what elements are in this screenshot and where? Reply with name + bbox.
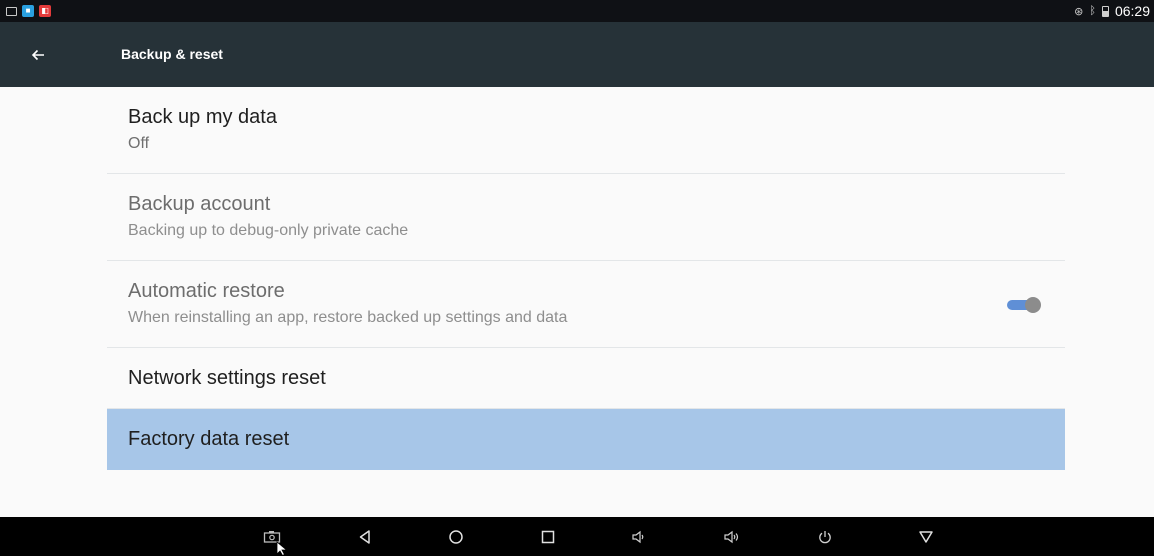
- list-item-automatic-restore[interactable]: Automatic restore When reinstalling an a…: [107, 261, 1065, 348]
- list-item-factory-data-reset[interactable]: Factory data reset: [107, 409, 1065, 470]
- volume-down-button[interactable]: [619, 517, 659, 556]
- item-title: Automatic restore: [128, 280, 285, 302]
- location-icon: ⊛: [1074, 5, 1084, 18]
- screen: ■ ◧ ⊛ ᛒ 06:29 Backup & reset Back up my …: [0, 0, 1154, 556]
- toggle-thumb: [1025, 297, 1041, 313]
- app-notification-icon-blue: ■: [22, 5, 34, 17]
- screen-notification-icon: [6, 7, 17, 16]
- status-time: 06:29: [1114, 3, 1150, 19]
- power-icon: [819, 530, 831, 543]
- mouse-cursor-icon: [276, 541, 288, 556]
- home-icon: [449, 529, 463, 544]
- app-bar: Backup & reset: [0, 22, 1154, 87]
- app-notification-icon-red: ◧: [39, 5, 51, 17]
- hide-navbar-icon: [919, 530, 933, 543]
- recents-button[interactable]: [528, 517, 568, 556]
- item-title: Back up my data: [128, 106, 277, 128]
- status-icons: ⊛ ᛒ 06:29: [1074, 3, 1150, 19]
- item-title: Backup account: [128, 193, 271, 215]
- page-title: Backup & reset: [121, 46, 223, 62]
- list-item-backup-account[interactable]: Backup account Backing up to debug-only …: [107, 174, 1065, 261]
- recents-icon: [541, 530, 555, 543]
- item-title: Factory data reset: [128, 428, 290, 450]
- back-icon: [359, 529, 370, 544]
- item-summary: When reinstalling an app, restore backed…: [128, 309, 568, 326]
- item-summary: Off: [128, 135, 150, 152]
- settings-list: Back up my data Off Backup account Backi…: [107, 87, 1065, 470]
- navigation-bar: [0, 517, 1154, 556]
- volume-up-icon: [724, 530, 739, 543]
- list-item-back-up-my-data[interactable]: Back up my data Off: [107, 87, 1065, 174]
- item-summary: Backing up to debug-only private cache: [128, 222, 409, 239]
- hide-navbar-button[interactable]: [906, 517, 946, 556]
- list-item-network-settings-reset[interactable]: Network settings reset: [107, 348, 1065, 409]
- volume-up-button[interactable]: [712, 517, 752, 556]
- notification-icons: ■ ◧: [6, 5, 51, 17]
- back-button[interactable]: [22, 40, 54, 70]
- item-title: Network settings reset: [128, 367, 326, 389]
- volume-down-icon: [632, 530, 644, 543]
- back-nav-button[interactable]: [345, 517, 385, 556]
- status-bar: ■ ◧ ⊛ ᛒ 06:29: [0, 0, 1154, 22]
- home-button[interactable]: [436, 517, 476, 556]
- arrow-left-icon: [31, 49, 44, 61]
- bluetooth-icon: ᛒ: [1089, 5, 1096, 17]
- power-button[interactable]: [805, 517, 845, 556]
- automatic-restore-toggle[interactable]: [1007, 297, 1041, 313]
- battery-icon: [1101, 5, 1109, 17]
